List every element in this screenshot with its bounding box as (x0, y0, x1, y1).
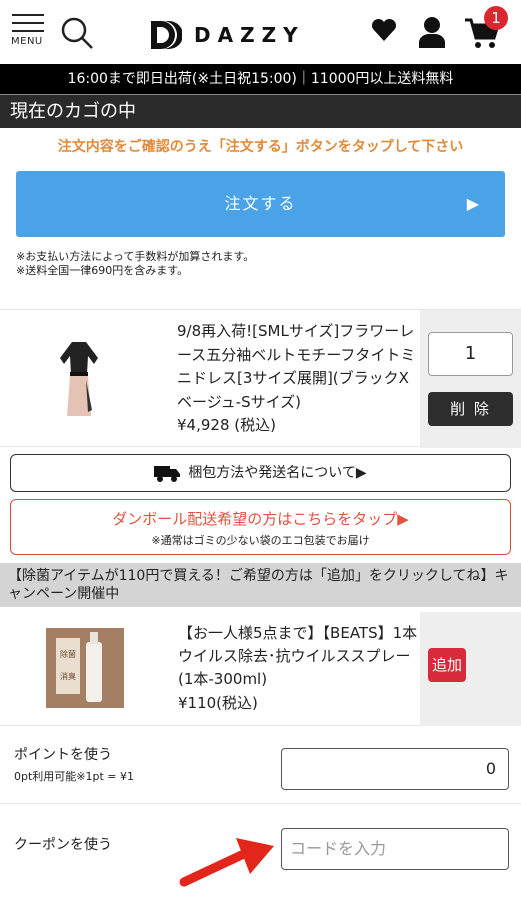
item-controls: 1 削 除 (420, 310, 521, 448)
points-label: ポイントを使う (14, 747, 112, 763)
menu-icon-bar (12, 30, 44, 32)
cardboard-delivery-button[interactable]: ダンボール配送希望の方はこちらをタップ▶ ※通常はゴミの少ない袋のエコ包装でお届… (10, 499, 511, 555)
order-notice: 注文内容をご確認のうえ「注文する」ボタンをタップして下さい (57, 139, 464, 155)
points-input[interactable]: 0 (281, 748, 509, 790)
menu-icon (12, 14, 44, 16)
coupon-label: クーポンを使う (14, 837, 112, 853)
site-logo[interactable]: DAZZY (148, 18, 305, 52)
note-line: ※送料全国一律690円を含みます。 (16, 264, 189, 277)
cart-count-badge: 1 (484, 6, 508, 30)
logo-icon (151, 21, 182, 49)
cart-item: 9/8再入荷![SMLサイズ]フラワーレース五分袖ベルトモチーフタイトミニドレス… (0, 309, 521, 448)
points-available: 0pt利用可能※1pt = ¥1 (14, 770, 135, 783)
play-arrow-icon: ▶ (466, 194, 481, 213)
heart-icon[interactable] (370, 16, 398, 44)
menu-icon-bar (12, 22, 44, 24)
cardboard-note: ※通常はゴミの少ない袋のエコ包装でお届け (151, 534, 370, 547)
note-line: ※お支払い方法によって手数料が加算されます。 (16, 250, 255, 263)
search-icon[interactable] (60, 16, 94, 50)
product-name[interactable]: 9/8再入荷![SMLサイズ]フラワーレース五分袖ベルトモチーフタイトミニドレス… (177, 320, 417, 414)
spray-label-1: 除菌 (60, 650, 76, 659)
campaign-banner: 【除菌アイテムが110円で買える！ご希望の方は「追加」をクリックしてね】キャンペ… (0, 563, 521, 607)
packing-info-label: 梱包方法や発送名について▶ (188, 465, 367, 481)
coupon-code-input[interactable]: コードを入力 (281, 828, 509, 870)
spray-product-image[interactable]: 除菌 消臭 (46, 628, 124, 708)
cart-page: MENU DAZZY 1 16:00まで即日出荷(※土日祝15:00)｜1100… (0, 0, 521, 900)
shipping-info-bar: 16:00まで即日出荷(※土日祝15:00)｜11000円以上送料無料 (0, 64, 521, 94)
divider (0, 803, 521, 804)
logo-text: DAZZY (194, 23, 305, 47)
delete-button[interactable]: 削 除 (428, 392, 513, 426)
cardboard-label: ダンボール配送希望の方はこちらをタップ▶ (112, 510, 409, 528)
dress-product-image[interactable] (58, 340, 100, 420)
spray-label-2: 消臭 (60, 672, 76, 681)
upsell-controls: 追加 (420, 612, 521, 726)
payment-notes: ※お支払い方法によって手数料が加算されます。 ※送料全国一律690円を含みます。 (16, 250, 254, 278)
user-icon[interactable] (418, 16, 446, 48)
upsell-product-name[interactable]: 【お一人様5点まで】【BEATS】1本 ウイルス除去･抗ウイルススプレー(1本-… (178, 622, 418, 691)
section-title: 現在のカゴの中 (0, 94, 521, 128)
spray-bottle-icon (46, 628, 124, 708)
site-header: MENU DAZZY 1 (0, 0, 521, 64)
red-arrow-icon (179, 838, 274, 887)
upsell-item: 除菌 消臭 【お一人様5点まで】【BEATS】1本 ウイルス除去･抗ウイルススプ… (0, 612, 521, 726)
order-button-label: 注文する (224, 194, 297, 213)
packing-info-button[interactable]: 梱包方法や発送名について▶ (10, 454, 511, 492)
add-button[interactable]: 追加 (428, 648, 466, 682)
order-button[interactable]: 注文する ▶ (16, 171, 505, 237)
menu-button[interactable]: MENU (11, 14, 44, 50)
upsell-product-price: ¥110(税込) (178, 694, 258, 712)
truck-icon (154, 466, 181, 482)
menu-label: MENU (11, 36, 43, 47)
quantity-input[interactable]: 1 (428, 332, 513, 376)
product-price: ¥4,928 (税込) (177, 416, 276, 434)
